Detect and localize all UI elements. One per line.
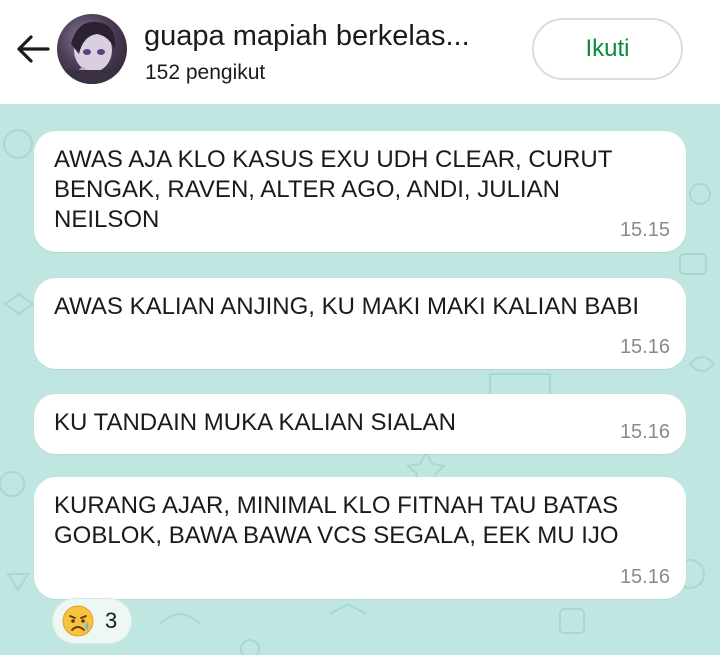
back-button[interactable] — [14, 30, 52, 68]
reaction-count: 3 — [105, 608, 118, 633]
message-time: 15.16 — [619, 566, 670, 588]
message-text: AWAS AJA KLO KASUS EXU UDH CLEAR, CURUT … — [54, 146, 612, 233]
message-bubble[interactable]: AWAS KALIAN ANJING, KU MAKI MAKI KALIAN … — [34, 278, 686, 369]
channel-avatar[interactable] — [57, 14, 127, 84]
message-text: AWAS KALIAN ANJING, KU MAKI MAKI KALIAN … — [54, 293, 640, 320]
message-bubble[interactable]: KURANG AJAR, MINIMAL KLO FITNAH TAU BATA… — [34, 477, 686, 599]
channel-header: guapa mapiah berkelas... 152 pengikut Ik… — [0, 0, 720, 104]
message-text: KURANG AJAR, MINIMAL KLO FITNAH TAU BATA… — [54, 492, 619, 549]
message-time: 15.15 — [619, 219, 670, 241]
follower-count: 152 pengikut — [145, 61, 266, 84]
sad-but-relieved-face-icon — [62, 605, 94, 637]
follow-button[interactable]: Ikuti — [532, 18, 683, 80]
back-arrow-icon — [17, 35, 50, 63]
message-time: 15.16 — [619, 336, 670, 358]
message-bubble[interactable]: KU TANDAIN MUKA KALIAN SIALAN 15.16 — [34, 394, 686, 454]
reaction-chip[interactable]: 3 — [52, 598, 132, 644]
channel-name[interactable]: guapa mapiah berkelas... — [144, 20, 470, 53]
message-text: KU TANDAIN MUKA KALIAN SIALAN — [54, 409, 456, 436]
message-bubble[interactable]: AWAS AJA KLO KASUS EXU UDH CLEAR, CURUT … — [34, 131, 686, 252]
message-time: 15.16 — [619, 421, 670, 443]
